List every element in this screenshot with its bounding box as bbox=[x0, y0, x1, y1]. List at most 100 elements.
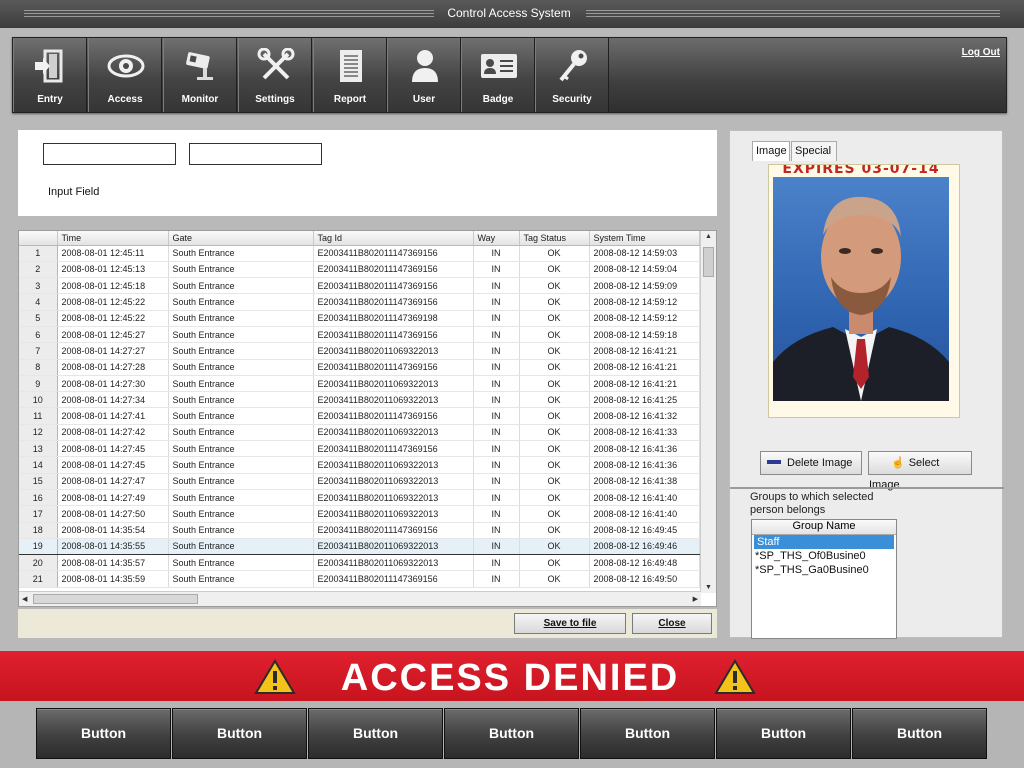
cell-tag-id: E2003411B802011147369156 bbox=[313, 326, 474, 344]
person-portrait-icon bbox=[773, 196, 949, 401]
delete-image-button[interactable]: Delete Image bbox=[760, 451, 862, 475]
scroll-up-arrow-icon[interactable]: ▲ bbox=[705, 233, 712, 240]
cell-index: 19 bbox=[19, 537, 58, 556]
cell-time: 2008-08-01 12:45:22 bbox=[57, 310, 169, 327]
column-header-index[interactable] bbox=[19, 231, 58, 246]
column-header-system-time[interactable]: System Time bbox=[589, 231, 700, 246]
table-row[interactable]: 15 2008-08-01 14:27:47 South Entrance E2003… bbox=[19, 473, 700, 490]
cell-system-time: 2008-08-12 16:41:32 bbox=[589, 407, 700, 425]
column-header-tag-id[interactable]: Tag Id bbox=[313, 231, 474, 246]
cell-system-time: 2008-08-12 14:59:03 bbox=[589, 245, 700, 262]
table-row[interactable]: 1 2008-08-01 12:45:11 South Entrance E20034… bbox=[19, 245, 700, 262]
cell-way: IN bbox=[473, 505, 520, 523]
footer-button-bar: Button Button Button Button Button Butto… bbox=[0, 701, 1024, 768]
table-row[interactable]: 7 2008-08-01 14:27:27 South Entrance E20034… bbox=[19, 342, 700, 360]
table-row[interactable]: 8 2008-08-01 14:27:28 South Entrance E20034… bbox=[19, 359, 700, 376]
table-action-bar: Save to file Close bbox=[18, 609, 717, 638]
table-row[interactable]: 20 2008-08-01 14:35:57 South Entrance E2003… bbox=[19, 554, 700, 572]
cell-way: IN bbox=[473, 261, 520, 279]
cell-index: 13 bbox=[19, 440, 58, 458]
table-row[interactable]: 2 2008-08-01 12:45:13 South Entrance E20034… bbox=[19, 261, 700, 279]
table-row[interactable]: 21 2008-08-01 14:35:59 South Entrance E2003… bbox=[19, 570, 700, 588]
panel-divider bbox=[730, 487, 1004, 489]
cell-time: 2008-08-01 14:27:42 bbox=[57, 424, 169, 442]
select-image-button[interactable]: ☝ Select Image bbox=[868, 451, 972, 491]
scroll-right-arrow-icon[interactable]: ▶ bbox=[693, 595, 698, 603]
group-list[interactable]: Group Name Staff *SP_THS_Of0Busine0 *SP_… bbox=[751, 519, 897, 639]
column-header-gate[interactable]: Gate bbox=[168, 231, 314, 246]
toolbar-access-button[interactable]: Access bbox=[88, 38, 162, 112]
cell-time: 2008-08-01 14:35:55 bbox=[57, 537, 169, 556]
table-row[interactable]: 5 2008-08-01 12:45:22 South Entrance E20034… bbox=[19, 310, 700, 327]
cell-way: IN bbox=[473, 554, 520, 572]
save-to-file-button[interactable]: Save to file bbox=[514, 613, 626, 634]
table-row[interactable]: 14 2008-08-01 14:27:45 South Entrance E2003… bbox=[19, 456, 700, 474]
entry-door-icon bbox=[35, 49, 63, 83]
delete-image-label: Delete Image bbox=[787, 457, 853, 469]
group-item[interactable]: Staff bbox=[754, 535, 894, 549]
tab-image[interactable]: Image bbox=[752, 141, 790, 161]
vertical-scrollbar[interactable]: ▲ ▼ bbox=[700, 231, 716, 593]
cell-time: 2008-08-01 12:45:11 bbox=[57, 245, 169, 262]
cell-index: 5 bbox=[19, 310, 58, 327]
toolbar-entry-button[interactable]: Entry bbox=[13, 38, 87, 112]
table-row[interactable]: 17 2008-08-01 14:27:50 South Entrance E2003… bbox=[19, 505, 700, 523]
table-row[interactable]: 10 2008-08-01 14:27:34 South Entrance E2003… bbox=[19, 391, 700, 409]
footer-button-5[interactable]: Button bbox=[580, 708, 715, 759]
scroll-left-arrow-icon[interactable]: ◀ bbox=[22, 595, 27, 603]
table-row[interactable]: 18 2008-08-01 14:35:54 South Entrance E2003… bbox=[19, 522, 700, 539]
cell-tag-id: E2003411B802011147369156 bbox=[313, 293, 474, 311]
cell-time: 2008-08-01 14:27:34 bbox=[57, 391, 169, 409]
cell-system-time: 2008-08-12 16:49:50 bbox=[589, 570, 700, 588]
toolbar-report-button[interactable]: Report bbox=[313, 38, 387, 112]
cell-index: 7 bbox=[19, 342, 58, 360]
cell-index: 2 bbox=[19, 261, 58, 279]
horizontal-scrollbar[interactable]: ◀ ▶ bbox=[19, 591, 701, 606]
footer-button-2[interactable]: Button bbox=[172, 708, 307, 759]
cell-tag-status: OK bbox=[519, 570, 590, 588]
footer-button-4[interactable]: Button bbox=[444, 708, 579, 759]
cell-time: 2008-08-01 12:45:13 bbox=[57, 261, 169, 279]
toolbar-entry-label: Entry bbox=[37, 94, 63, 105]
input-field-1[interactable] bbox=[43, 143, 176, 165]
toolbar-user-button[interactable]: User bbox=[387, 38, 461, 112]
vertical-scroll-thumb[interactable] bbox=[703, 247, 714, 277]
cell-tag-id: E2003411B802011147369156 bbox=[313, 570, 474, 588]
footer-button-6[interactable]: Button bbox=[716, 708, 851, 759]
table-row[interactable]: 6 2008-08-01 12:45:27 South Entrance E20034… bbox=[19, 326, 700, 344]
column-header-tag-status[interactable]: Tag Status bbox=[519, 231, 590, 246]
table-row[interactable]: 9 2008-08-01 14:27:30 South Entrance E20034… bbox=[19, 375, 700, 393]
footer-button-1[interactable]: Button bbox=[36, 708, 171, 759]
toolbar-security-button[interactable]: Security bbox=[535, 38, 609, 112]
toolbar-monitor-button[interactable]: Monitor bbox=[163, 38, 237, 112]
toolbar-report-label: Report bbox=[333, 94, 367, 105]
cell-tag-id: E2003411B802011147369156 bbox=[313, 359, 474, 376]
footer-button-7[interactable]: Button bbox=[852, 708, 987, 759]
group-item[interactable]: *SP_THS_Of0Busine0 bbox=[752, 549, 896, 563]
table-row[interactable]: 16 2008-08-01 14:27:49 South Entrance E2003… bbox=[19, 489, 700, 507]
cell-time: 2008-08-01 12:45:27 bbox=[57, 326, 169, 344]
cell-tag-id: E2003411B802011069322013 bbox=[313, 489, 474, 507]
close-button[interactable]: Close bbox=[632, 613, 712, 634]
column-header-way[interactable]: Way bbox=[473, 231, 520, 246]
table-row[interactable]: 3 2008-08-01 12:45:18 South Entrance E20034… bbox=[19, 277, 700, 295]
cell-index: 11 bbox=[19, 407, 58, 425]
input-field-2[interactable] bbox=[189, 143, 322, 165]
tab-special[interactable]: Special bbox=[791, 141, 837, 161]
horizontal-scroll-thumb[interactable] bbox=[33, 594, 198, 604]
logout-link[interactable]: Log Out bbox=[962, 47, 1000, 58]
badge-expiry-text: EXPIRES 03-07-14 bbox=[782, 164, 940, 177]
toolbar-badge-button[interactable]: Badge bbox=[461, 38, 535, 112]
toolbar-settings-button[interactable]: Settings bbox=[238, 38, 312, 112]
cell-tag-id: E2003411B802011069322013 bbox=[313, 424, 474, 442]
table-row[interactable]: 4 2008-08-01 12:45:22 South Entrance E20034… bbox=[19, 293, 700, 311]
table-row[interactable]: 13 2008-08-01 14:27:45 South Entrance E2003… bbox=[19, 440, 700, 458]
cell-system-time: 2008-08-12 14:59:18 bbox=[589, 326, 700, 344]
scroll-down-arrow-icon[interactable]: ▼ bbox=[705, 584, 712, 591]
table-row[interactable]: 11 2008-08-01 14:27:41 South Entrance E2003… bbox=[19, 407, 700, 425]
table-row[interactable]: 19 2008-08-01 14:35:55 South Entrance E2003… bbox=[19, 537, 700, 556]
column-header-time[interactable]: Time bbox=[57, 231, 169, 246]
group-item[interactable]: *SP_THS_Ga0Busine0 bbox=[752, 563, 896, 577]
table-row[interactable]: 12 2008-08-01 14:27:42 South Entrance E2003… bbox=[19, 424, 700, 442]
footer-button-3[interactable]: Button bbox=[308, 708, 443, 759]
